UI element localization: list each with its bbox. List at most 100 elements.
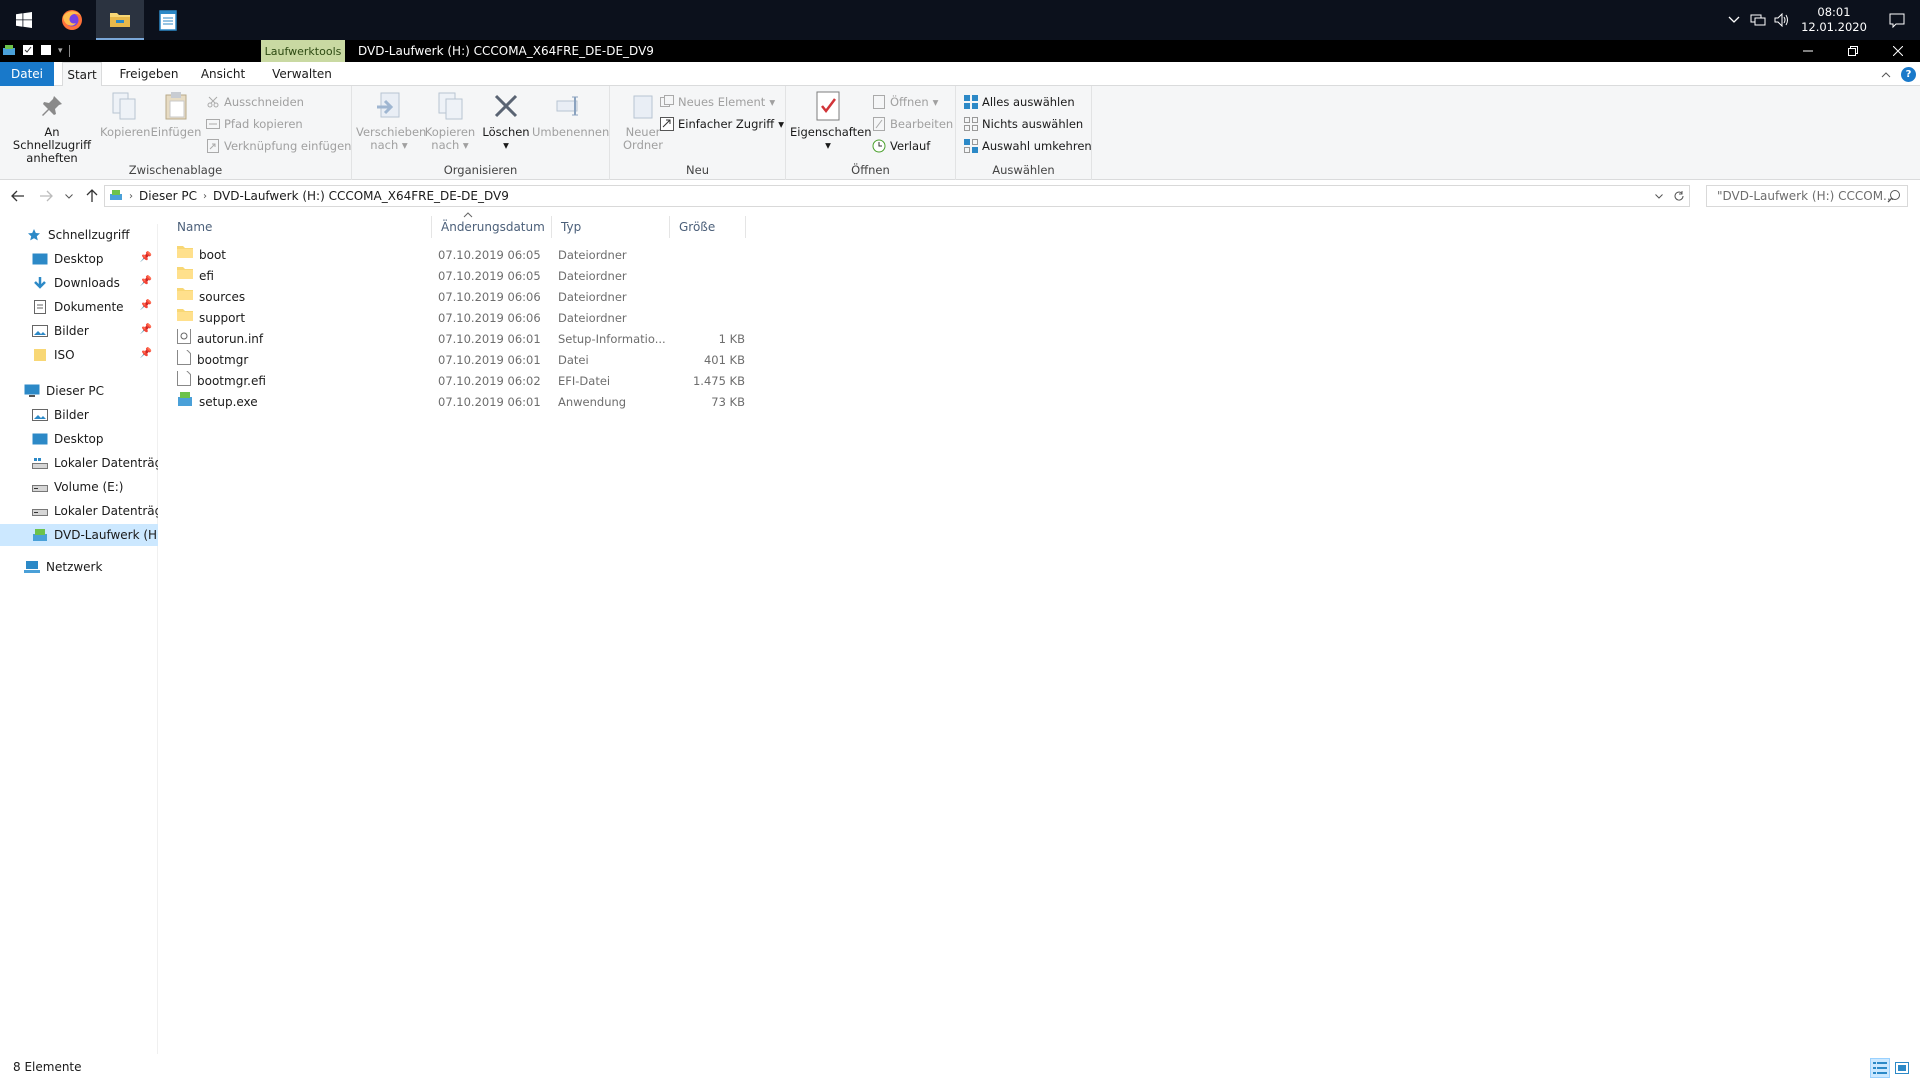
details-view-button[interactable] [1870,1058,1890,1078]
help-icon[interactable]: ? [1901,66,1916,82]
back-button[interactable] [8,181,28,211]
large-icons-view-button[interactable] [1892,1058,1912,1078]
table-row[interactable]: autorun.inf 07.10.2019 06:01 Setup-Infor… [168,329,748,350]
nav-pc-volume-e[interactable]: Volume (E:) [0,476,158,498]
nav-quick-downloads[interactable]: Downloads 📌 [0,272,158,294]
tab-freigeben[interactable]: Freigeben [116,62,182,86]
edit-label: Bearbeiten [890,117,954,131]
restore-button[interactable] [1830,40,1875,62]
table-row[interactable]: boot 07.10.2019 06:05 Dateiordner [168,245,748,266]
column-header-size[interactable]: Größe [670,216,746,238]
delete-button[interactable]: Löschen ▾ [482,90,530,152]
nav-this-pc[interactable]: Dieser PC [0,380,158,402]
pin-icon [36,90,68,122]
navigation-pane: Schnellzugriff Desktop 📌 Downloads 📌 Dok… [0,224,158,1054]
close-button[interactable] [1875,40,1920,62]
pin-icon[interactable]: 📌 [140,276,152,287]
edit-button[interactable]: Bearbeiten [872,114,953,134]
pin-icon[interactable]: 📌 [140,252,152,263]
open-button[interactable]: Öffnen ▾ [872,92,938,112]
rename-button[interactable]: Umbenennen [532,90,609,139]
invert-selection-button[interactable]: Auswahl umkehren [964,136,1092,156]
copy-to-button[interactable]: Kopieren nach ▾ [422,90,478,152]
history-button[interactable]: Verlauf [872,136,930,156]
chevron-up-icon[interactable] [1722,0,1746,40]
recent-locations-button[interactable] [62,181,76,211]
clock[interactable]: 08:01 12.01.2020 [1794,5,1874,35]
notification-icon[interactable] [1874,0,1920,40]
nav-pc-pictures[interactable]: Bilder [0,404,158,426]
column-header-type[interactable]: Typ [552,216,670,238]
star-icon [26,227,42,243]
paste-button[interactable]: Einfügen [150,90,202,139]
nav-network[interactable]: Netzwerk [0,556,158,578]
copy-button[interactable]: Kopieren [100,90,151,139]
new-item-button[interactable]: Neues Element ▾ [660,92,775,112]
file-size [673,308,745,329]
nav-label: Desktop [54,252,104,266]
nav-quick-iso[interactable]: ISO 📌 [0,344,158,366]
taskbar-firefox[interactable] [48,0,96,40]
file-type: Datei [558,353,589,367]
table-row[interactable]: sources 07.10.2019 06:06 Dateiordner [168,287,748,308]
volume-icon[interactable] [1770,0,1794,40]
forward-button[interactable] [36,181,56,211]
nav-pc-dvd-drive[interactable]: DVD-Laufwerk (H:) [0,524,158,546]
column-header-date[interactable]: Änderungsdatum [432,216,552,238]
edit-icon [872,117,886,131]
easy-access-button[interactable]: Einfacher Zugriff ▾ [660,114,784,134]
copy-path-button[interactable]: Pfad kopieren [206,114,303,134]
breadcrumb-dvd-drive[interactable]: DVD-Laufwerk (H:) CCCOMA_X64FRE_DE-DE_DV… [207,189,515,203]
collapse-ribbon-icon[interactable] [1881,67,1891,81]
tab-start[interactable]: Start [62,62,102,87]
tab-datei[interactable]: Datei [0,62,54,86]
network-icon[interactable] [1746,0,1770,40]
move-to-icon [373,90,405,122]
paste-shortcut-button[interactable]: Verknüpfung einfügen [206,136,351,156]
pin-quick-access-button[interactable]: An Schnellzugriff anheften [6,90,98,165]
minimize-button[interactable] [1785,40,1830,62]
column-header-name[interactable]: Name [168,216,432,238]
new-folder-icon [627,90,659,122]
file-name: boot [199,248,227,262]
table-row[interactable]: bootmgr.efi 07.10.2019 06:02 EFI-Datei 1… [168,371,748,392]
select-none-button[interactable]: Nichts auswählen [964,114,1083,134]
pin-icon[interactable]: 📌 [140,300,152,311]
table-row[interactable]: bootmgr 07.10.2019 06:01 Datei 401 KB [168,350,748,371]
start-button[interactable] [0,0,48,40]
nav-label: Lokaler Datenträger [54,504,158,518]
taskbar-notepad[interactable] [144,0,192,40]
move-to-button[interactable]: Verschieben nach ▾ [356,90,426,152]
pictures-icon [32,407,48,423]
copy-label: Kopieren [100,125,151,139]
breadcrumb-dieser-pc[interactable]: Dieser PC [133,189,203,203]
table-row[interactable]: support 07.10.2019 06:06 Dateiordner [168,308,748,329]
group-neu: Neuer Ordner Neues Element ▾ Einfacher Z… [610,86,786,180]
nav-pc-local-disk-2[interactable]: Lokaler Datenträger [0,500,158,522]
tab-ansicht[interactable]: Ansicht [196,62,250,86]
cut-button[interactable]: Ausschneiden [206,92,304,112]
up-button[interactable] [82,181,102,211]
table-row[interactable]: efi 07.10.2019 06:05 Dateiordner [168,266,748,287]
nav-quick-access[interactable]: Schnellzugriff [0,224,158,246]
properties-small-icon[interactable] [22,44,34,59]
nav-quick-desktop[interactable]: Desktop 📌 [0,248,158,270]
select-all-button[interactable]: Alles auswählen [964,92,1075,112]
table-row[interactable]: setup.exe 07.10.2019 06:01 Anwendung 73 … [168,392,748,413]
address-dropdown-icon[interactable] [1649,186,1669,206]
nav-quick-documents[interactable]: Dokumente 📌 [0,296,158,318]
pin-icon[interactable]: 📌 [140,324,152,335]
nav-pc-local-disk-c[interactable]: Lokaler Datenträger [0,452,158,474]
refresh-icon[interactable] [1669,186,1689,206]
pin-icon[interactable]: 📌 [140,348,152,359]
properties-button[interactable]: Eigenschaften ▾ [790,90,872,152]
customize-qat-icon[interactable]: ▾ [58,46,63,56]
tab-verwalten[interactable]: Verwalten [270,62,334,86]
address-bar[interactable]: › Dieser PC › DVD-Laufwerk (H:) CCCOMA_X… [104,185,1690,207]
new-folder-small-icon[interactable] [40,44,52,59]
file-date: 07.10.2019 06:01 [438,332,541,346]
nav-pc-desktop[interactable]: Desktop [0,428,158,450]
search-input[interactable]: "DVD-Laufwerk (H:) CCCOM... [1706,185,1908,207]
nav-quick-pictures[interactable]: Bilder 📌 [0,320,158,342]
taskbar-file-explorer[interactable] [96,0,144,40]
